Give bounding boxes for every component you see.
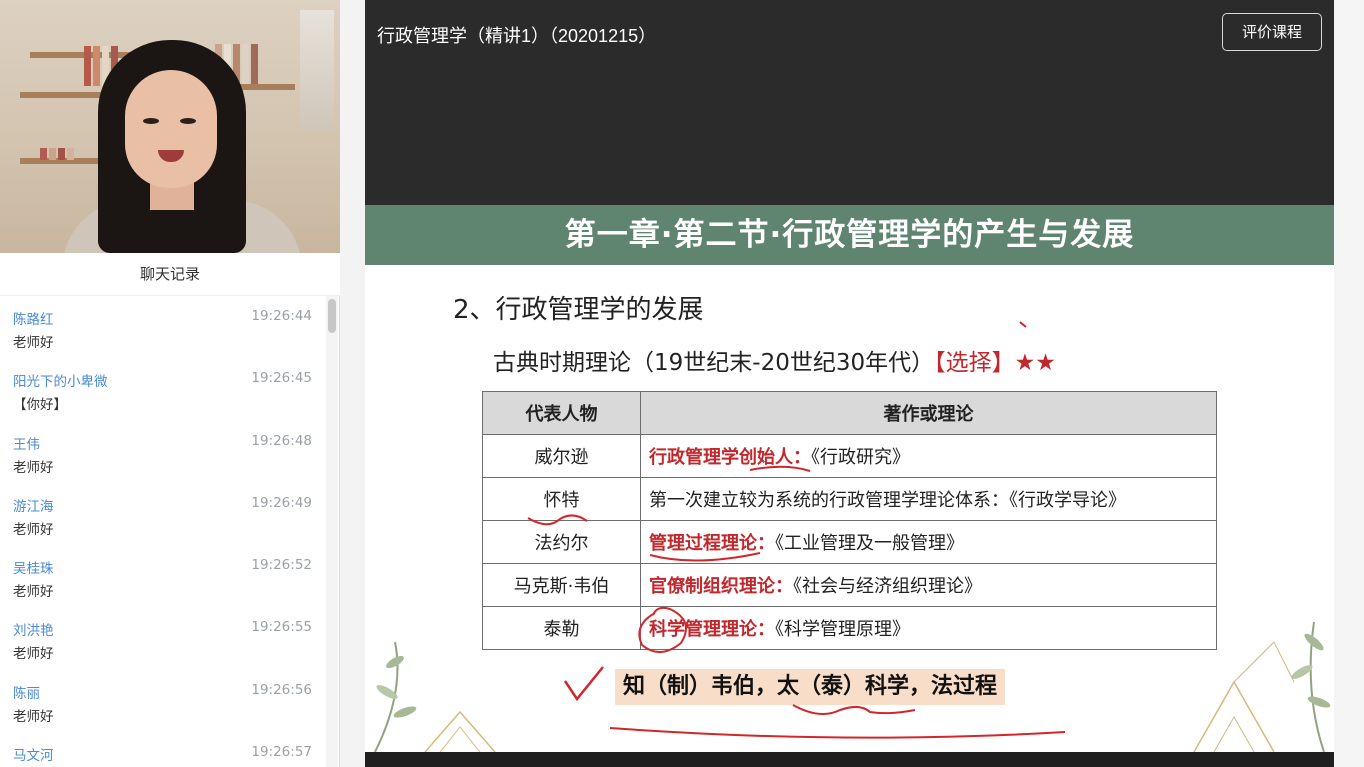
theory-highlight: 官僚制组织理论：	[649, 576, 793, 597]
chat-text: 【你好】	[13, 397, 67, 414]
chat-scrollbar[interactable]	[326, 296, 338, 767]
work-cell: 科学管理理论：《科学管理原理》	[640, 606, 1217, 650]
chat-message: 刘洪艳 19:26:55 老师好	[0, 607, 326, 669]
chat-time: 19:26:49	[251, 494, 312, 511]
books	[40, 148, 74, 160]
left-panel: 聊天记录 陈路红 19:26:44 老师好 阳光下的小卑微 19:26:45 【…	[0, 0, 340, 767]
subheading-text: 古典时期理论（19世纪末-20世纪30年代）	[493, 350, 935, 376]
slide-header: 第一章·第二节·行政管理学的产生与发展	[365, 205, 1334, 265]
decorative-plant-right	[1193, 621, 1331, 752]
column-header: 代表人物	[482, 391, 641, 435]
column-header: 著作或理论	[640, 391, 1217, 435]
chat-time: 19:26:48	[251, 432, 312, 449]
chat-scroll-thumb[interactable]	[328, 299, 336, 333]
chat-text: 老师好	[13, 335, 54, 351]
chat-text: 老师好	[13, 459, 54, 476]
chat-message: 马文河 19:26:57	[0, 732, 326, 767]
question-type-tag: 【选择】	[934, 350, 1015, 376]
person-cell: 怀特	[482, 477, 641, 521]
chat-title: 聊天记录	[0, 253, 340, 296]
decorative-plant-left	[374, 641, 496, 752]
chat-text: 老师好	[13, 646, 54, 663]
slide-subheading: 古典时期理论（19世纪末-20世纪30年代）【选择】★★	[493, 343, 1056, 377]
person-cell: 马克斯·韦伯	[482, 563, 641, 607]
theory-highlight: 科学管理理论：	[649, 619, 775, 640]
teacher-face	[125, 70, 217, 188]
chat-time: 19:26:56	[251, 681, 312, 698]
chat-time: 19:26:44	[251, 308, 312, 324]
theory-highlight: 管理过程理论：	[649, 533, 775, 554]
work-title: 第一次建立较为系统的行政管理学理论体系：《行政学导论》	[649, 490, 1126, 511]
chat-message: 游江海 19:26:49 老师好	[0, 483, 326, 545]
work-title: 《科学管理原理》	[775, 619, 910, 640]
teacher-video	[0, 0, 340, 253]
importance-stars: ★★	[1014, 350, 1056, 376]
app-window: 聊天记录 陈路红 19:26:44 老师好 阳光下的小卑微 19:26:45 【…	[0, 0, 1364, 767]
work-cell: 第一次建立较为系统的行政管理学理论体系：《行政学导论》	[640, 477, 1217, 521]
player-bottom-bar	[365, 752, 1334, 767]
theory-highlight: 行政管理学创始人：	[649, 447, 811, 468]
table-row: 泰勒 科学管理理论：《科学管理原理》	[482, 606, 1217, 650]
slide-heading: 2、行政管理学的发展	[453, 295, 704, 325]
chat-text: 老师好	[13, 708, 54, 725]
chat-message: 陈丽 19:26:56 老师好	[0, 670, 326, 732]
work-cell: 官僚制组织理论：《社会与经济组织理论》	[640, 563, 1217, 607]
mnemonic-box: 知（制）韦伯，太（泰）科学，法过程	[615, 669, 1006, 705]
teacher-eye	[180, 118, 196, 124]
presentation-stage: 行政管理学（精讲1）（20201215） 评价课程 第一章·第二节·行政管理学的…	[365, 0, 1334, 767]
chat-message: 王伟 19:26:48 老师好	[0, 421, 326, 483]
slide: 第一章·第二节·行政管理学的产生与发展 2、行政管理学的发展 古典时期理论（19…	[365, 205, 1334, 752]
work-title: 《工业管理及一般管理》	[775, 533, 964, 554]
right-gutter	[1334, 0, 1364, 767]
chat-message: 阳光下的小卑微 19:26:45 【你好】	[0, 358, 326, 420]
table-row: 怀特 第一次建立较为系统的行政管理学理论体系：《行政学导论》	[482, 477, 1217, 521]
rate-course-button[interactable]: 评价课程	[1222, 13, 1322, 51]
work-cell: 管理过程理论：《工业管理及一般管理》	[640, 520, 1217, 564]
lamp	[300, 10, 334, 130]
chat-message: 陈路红 19:26:44 老师好	[0, 296, 326, 358]
table-row: 威尔逊 行政管理学创始人：《行政研究》	[482, 434, 1217, 478]
bookshelf-board	[20, 92, 110, 98]
course-title: 行政管理学（精讲1）（20201215）	[377, 26, 657, 46]
person-cell: 威尔逊	[482, 434, 641, 478]
work-title: 《社会与经济组织理论》	[793, 576, 982, 597]
chat-list[interactable]: 陈路红 19:26:44 老师好 阳光下的小卑微 19:26:45 【你好】 王…	[0, 296, 326, 767]
table-row: 法约尔 管理过程理论：《工业管理及一般管理》	[482, 520, 1217, 564]
theory-table: 代表人物 著作或理论 威尔逊 行政管理学创始人：《行政研究》 怀特 第一次建立较…	[482, 391, 1217, 650]
table-row: 马克斯·韦伯 官僚制组织理论：《社会与经济组织理论》	[482, 563, 1217, 607]
chat-time: 19:26:45	[251, 370, 312, 387]
person-cell: 法约尔	[482, 520, 641, 564]
chat-message: 吴桂珠 19:26:52 老师好	[0, 545, 326, 607]
chat-time: 19:26:55	[251, 619, 312, 636]
chat-time: 19:26:52	[251, 557, 312, 574]
chat-text: 老师好	[13, 521, 54, 538]
chat-text: 老师好	[13, 584, 54, 601]
work-title: 《行政研究》	[811, 447, 910, 468]
chat-time: 19:26:57	[251, 744, 312, 761]
work-cell: 行政管理学创始人：《行政研究》	[640, 434, 1217, 478]
table-header-row: 代表人物 著作或理论	[482, 391, 1217, 435]
teacher-eye	[143, 118, 159, 124]
